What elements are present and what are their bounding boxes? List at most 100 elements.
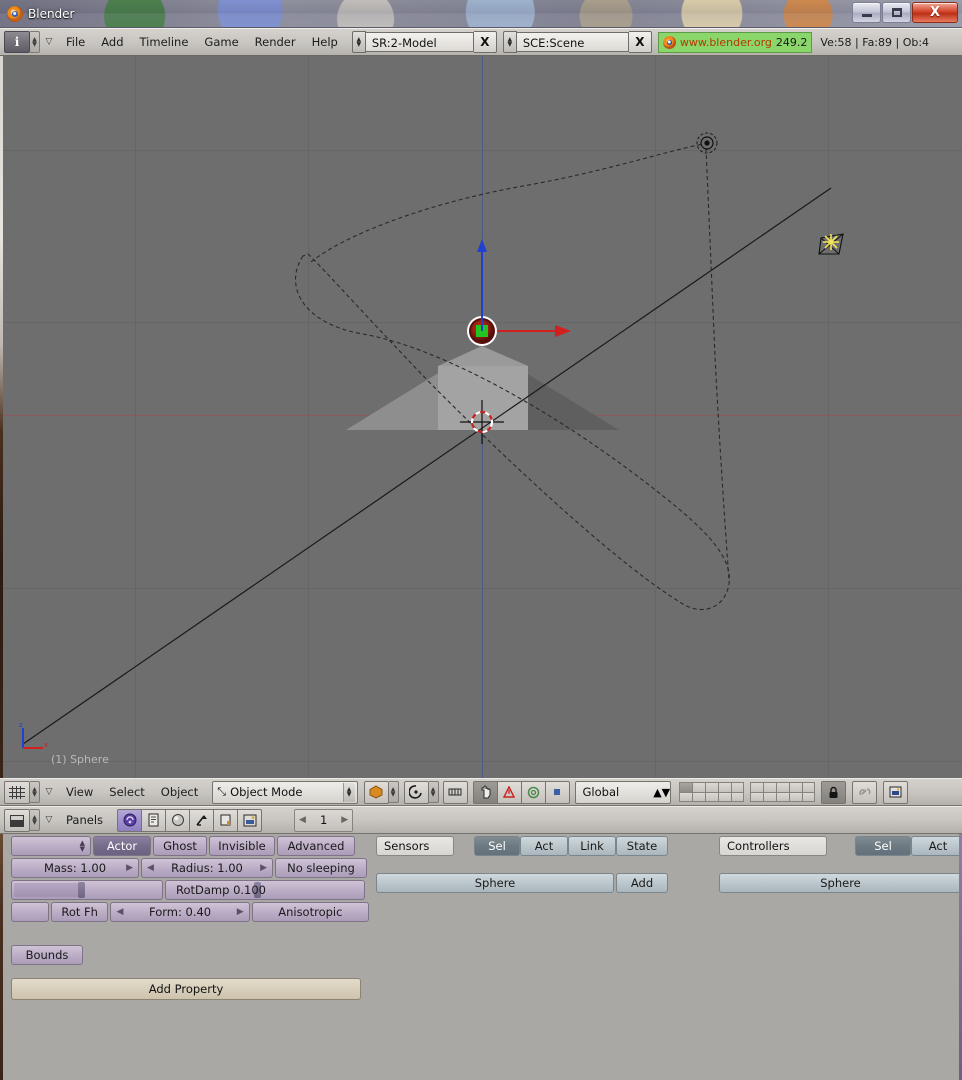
lock-icon[interactable] [821, 781, 846, 804]
layer-cell[interactable] [802, 792, 815, 802]
manipulator-widget-icon[interactable] [473, 781, 498, 804]
3d-viewport[interactable]: z x (1) Sphere [3, 56, 962, 778]
view3d-window-type-spinner[interactable]: ▲▼ [30, 781, 40, 803]
info-window-type-icon[interactable]: i [4, 31, 30, 53]
mass-increment-icon[interactable]: ▶ [126, 858, 133, 878]
sensors-filter-act[interactable]: Act [520, 836, 568, 856]
scene-name-field[interactable]: SCE:Scene [517, 32, 629, 52]
rot-fh-toggle[interactable]: Rot Fh [51, 902, 109, 922]
buttons-window-type-icon[interactable] [4, 809, 30, 832]
sensors-filter-link[interactable]: Link [568, 836, 616, 856]
manipulator-button-group[interactable] [473, 781, 570, 804]
actor-toggle[interactable]: Actor [93, 836, 151, 856]
sensors-add-button[interactable]: Add [616, 873, 668, 893]
transform-orientation-selector[interactable]: Global ▲▼ [575, 781, 672, 804]
menu-collapse-caret-icon[interactable]: ▽ [40, 815, 58, 825]
next-frame-icon[interactable]: ▶ [341, 815, 348, 825]
scene-selector[interactable]: ▲▼ SCE:Scene X [503, 32, 652, 52]
shading-panel-icon[interactable] [165, 809, 189, 832]
pivot-spinner[interactable]: ▲▼ [429, 781, 439, 803]
menu-file[interactable]: File [58, 31, 93, 53]
scale-manipulator-icon[interactable] [546, 781, 570, 804]
radius-increment-icon[interactable]: ▶ [260, 858, 267, 878]
panel-tab-group[interactable] [117, 809, 262, 832]
transform-orientation-spinner[interactable]: ▲▼ [653, 786, 670, 799]
menu-object[interactable]: Object [153, 781, 206, 803]
close-button[interactable]: X [912, 2, 958, 23]
screen-delete-button[interactable]: X [474, 31, 497, 53]
radius-field[interactable]: ◀ Radius: 1.00 ▶ [141, 858, 273, 878]
bounds-toggle[interactable]: Bounds [11, 945, 83, 965]
object-panel-icon[interactable] [189, 809, 213, 832]
interaction-mode-spinner[interactable]: ▲▼ [343, 783, 355, 802]
menu-collapse-caret-icon[interactable]: ▽ [40, 787, 58, 797]
menu-render[interactable]: Render [247, 31, 304, 53]
layer-cell[interactable] [718, 782, 731, 792]
layer-cell[interactable] [750, 782, 763, 792]
advanced-toggle[interactable]: Advanced [277, 836, 355, 856]
physics-type-spinner[interactable]: ▲▼ [11, 836, 91, 856]
panels-menu[interactable]: Panels [58, 809, 111, 831]
draw-type-solid-icon[interactable] [364, 781, 389, 804]
form-decrement-icon[interactable]: ◀ [116, 902, 123, 922]
window-type-spinner[interactable]: ▲▼ [30, 31, 40, 53]
layer-cell[interactable] [705, 782, 718, 792]
layer-cell[interactable] [679, 782, 692, 792]
menu-timeline[interactable]: Timeline [132, 31, 197, 53]
damp-slider[interactable] [11, 880, 163, 900]
layer-cell[interactable] [776, 782, 789, 792]
menu-add[interactable]: Add [93, 31, 131, 53]
snap-icon[interactable] [443, 781, 468, 804]
translate-manipulator-icon[interactable] [498, 781, 522, 804]
menu-game[interactable]: Game [196, 31, 246, 53]
maximize-button[interactable] [882, 2, 911, 23]
form-field[interactable]: ◀ Form: 0.40 ▶ [110, 902, 249, 922]
controllers-object-name[interactable]: Sphere [719, 873, 962, 893]
prev-frame-icon[interactable]: ◀ [299, 815, 306, 825]
view3d-window-type-icon[interactable] [4, 781, 30, 804]
layer-cell[interactable] [731, 792, 744, 802]
menu-collapse-caret-icon[interactable]: ▽ [40, 37, 58, 47]
scene-browse-spinner[interactable]: ▲▼ [503, 31, 517, 53]
layer-cell[interactable] [731, 782, 744, 792]
mass-field[interactable]: ▶ Mass: 1.00 [11, 858, 139, 878]
layer-cell[interactable] [789, 782, 802, 792]
anisotropic-toggle[interactable]: Anisotropic [252, 902, 369, 922]
rotdamp-slider[interactable]: RotDamp 0.100 [165, 880, 365, 900]
sensors-object-name[interactable]: Sphere [376, 873, 614, 893]
pivot-median-icon[interactable] [404, 781, 429, 804]
sensors-filter-state[interactable]: State [616, 836, 668, 856]
frame-number-field[interactable]: ◀ 1 ▶ [294, 809, 353, 832]
render-preview-icon[interactable] [883, 781, 908, 804]
menu-select[interactable]: Select [101, 781, 152, 803]
layer-cell[interactable] [692, 792, 705, 802]
controllers-filter-act[interactable]: Act [911, 836, 962, 856]
layer-cell[interactable] [705, 792, 718, 802]
screen-browse-spinner[interactable]: ▲▼ [352, 31, 366, 53]
menu-help[interactable]: Help [304, 31, 346, 53]
layer-cell[interactable] [763, 782, 776, 792]
editing-panel-icon[interactable] [213, 809, 237, 832]
sensors-filter-sel[interactable]: Sel [474, 836, 520, 856]
screen-selector[interactable]: ▲▼ SR:2-Model X [352, 32, 497, 52]
layer-cell[interactable] [750, 792, 763, 802]
minimize-button[interactable] [852, 2, 881, 23]
layer-cell[interactable] [776, 792, 789, 802]
script-panel-icon[interactable] [141, 809, 165, 832]
layer-visibility-grid[interactable] [679, 782, 815, 802]
logic-panel-icon[interactable] [117, 809, 141, 832]
layer-cell[interactable] [679, 792, 692, 802]
render-this-window-icon[interactable] [852, 781, 877, 804]
invisible-toggle[interactable]: Invisible [209, 836, 275, 856]
fh-toggle[interactable] [11, 902, 49, 922]
rotate-manipulator-icon[interactable] [522, 781, 546, 804]
screen-name-field[interactable]: SR:2-Model [366, 32, 474, 52]
add-property-button[interactable]: Add Property [11, 978, 361, 1000]
layer-cell[interactable] [692, 782, 705, 792]
layer-cell[interactable] [789, 792, 802, 802]
scene-delete-button[interactable]: X [629, 31, 652, 53]
layer-cell[interactable] [718, 792, 731, 802]
form-increment-icon[interactable]: ▶ [237, 902, 244, 922]
radius-decrement-icon[interactable]: ◀ [147, 858, 154, 878]
menu-view[interactable]: View [58, 781, 101, 803]
